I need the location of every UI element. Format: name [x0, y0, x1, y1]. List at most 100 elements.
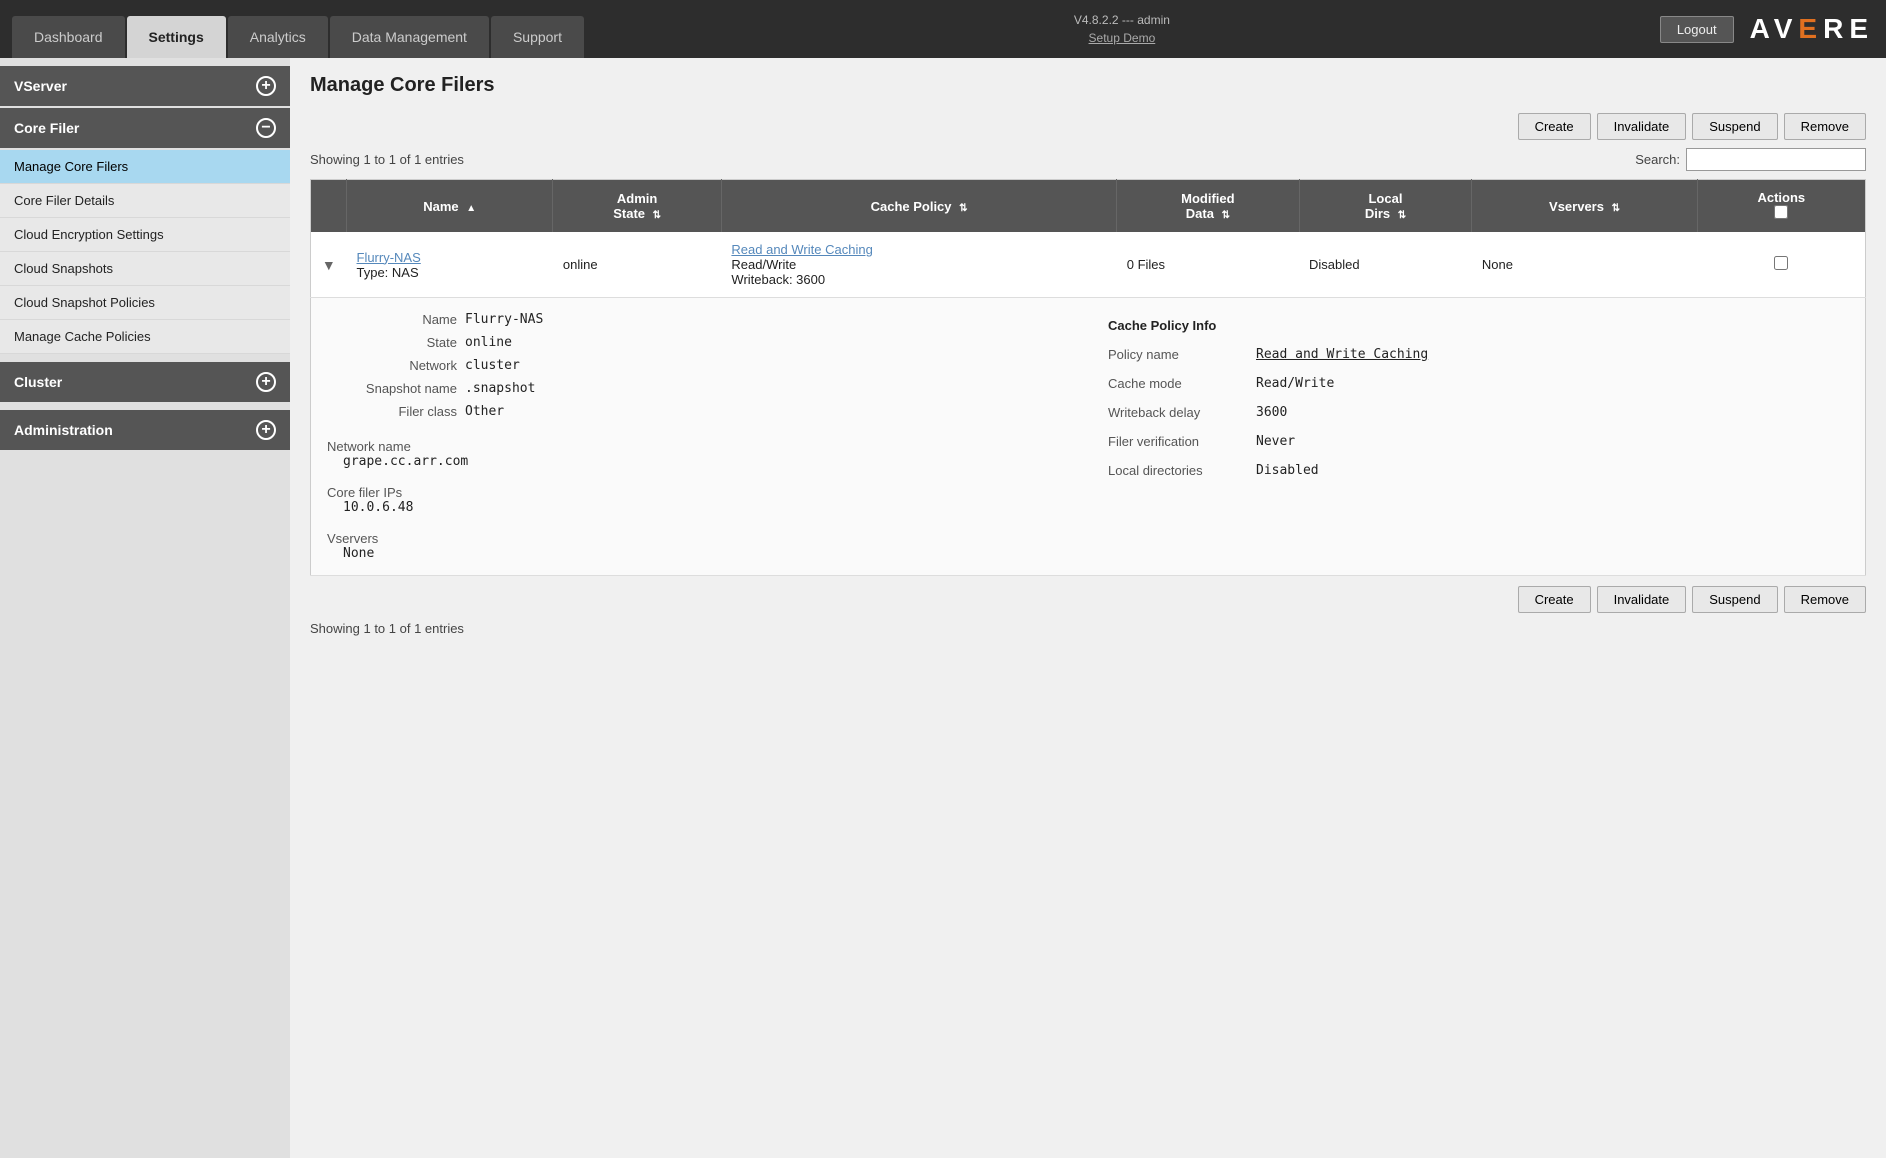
- row-checkbox[interactable]: [1774, 256, 1788, 270]
- sidebar-item-cloud-snapshots[interactable]: Cloud Snapshots: [0, 252, 290, 286]
- sidebar-section-vserver[interactable]: VServer +: [0, 66, 290, 106]
- core-filer-ips-label: Core filer IPs: [327, 485, 1068, 500]
- detail-snapshot-field: Snapshot name .snapshot: [327, 381, 1068, 396]
- col-vservers[interactable]: Vservers ⇅: [1472, 180, 1697, 233]
- filer-name-link[interactable]: Flurry-NAS: [357, 250, 421, 265]
- writeback-delay-label: Writeback delay: [1108, 405, 1248, 420]
- sidebar-vserver-expand-icon[interactable]: +: [256, 76, 276, 96]
- invalidate-button-top[interactable]: Invalidate: [1597, 113, 1687, 140]
- sidebar-section-core-filer[interactable]: Core Filer −: [0, 108, 290, 148]
- cache-policy-cell: Read and Write Caching Read/Write Writeb…: [721, 232, 1116, 298]
- filer-verification-field: Filer verification Never: [1108, 434, 1849, 449]
- cache-mode-label: Cache mode: [1108, 376, 1248, 391]
- admin-state-value: online: [563, 257, 598, 272]
- policy-name-link[interactable]: Read and Write Caching: [1256, 347, 1428, 362]
- sidebar-section-administration[interactable]: Administration +: [0, 410, 290, 450]
- logo-av: AV: [1750, 13, 1799, 45]
- col-expand: [311, 180, 347, 233]
- data-table: Name ▲ AdminState ⇅ Cache Policy ⇅ Modif…: [310, 179, 1866, 576]
- col-local-dirs[interactable]: LocalDirs ⇅: [1299, 180, 1472, 233]
- vservers-cell: None: [1472, 232, 1697, 298]
- vservers-detail-value: None: [327, 546, 1068, 561]
- create-button-bottom[interactable]: Create: [1518, 586, 1591, 613]
- layout: VServer + Core Filer − Manage Core Filer…: [0, 58, 1886, 1158]
- sidebar-core-filer-label: Core Filer: [14, 120, 79, 136]
- vservers-value: None: [1482, 257, 1513, 272]
- filer-verification-value: Never: [1256, 434, 1295, 449]
- topbar-right: Logout AVERE: [1660, 13, 1874, 45]
- sidebar-cluster-expand-icon[interactable]: +: [256, 372, 276, 392]
- create-button-top[interactable]: Create: [1518, 113, 1591, 140]
- detail-filer-class-field: Filer class Other: [327, 404, 1068, 419]
- detail-network-value: cluster: [465, 358, 520, 373]
- col-admin-state[interactable]: AdminState ⇅: [553, 180, 722, 233]
- logo-re: RE: [1823, 13, 1874, 45]
- invalidate-button-bottom[interactable]: Invalidate: [1597, 586, 1687, 613]
- remove-button-top[interactable]: Remove: [1784, 113, 1866, 140]
- version-label: V4.8.2.2 --- admin: [1074, 11, 1170, 29]
- remove-button-bottom[interactable]: Remove: [1784, 586, 1866, 613]
- col-name[interactable]: Name ▲: [347, 180, 553, 233]
- filer-type: Type: NAS: [357, 265, 419, 280]
- avere-logo: AVERE: [1750, 13, 1874, 45]
- sidebar-item-cloud-encryption-settings[interactable]: Cloud Encryption Settings: [0, 218, 290, 252]
- network-name-section: Network name grape.cc.arr.com: [327, 439, 1068, 469]
- tab-analytics[interactable]: Analytics: [228, 16, 328, 58]
- sidebar-vserver-label: VServer: [14, 78, 67, 94]
- bottom-action-buttons: Create Invalidate Suspend Remove: [310, 586, 1866, 613]
- suspend-button-top[interactable]: Suspend: [1692, 113, 1777, 140]
- logout-button[interactable]: Logout: [1660, 16, 1734, 43]
- writeback-value: Writeback: 3600: [731, 272, 825, 287]
- sidebar-item-core-filer-details[interactable]: Core Filer Details: [0, 184, 290, 218]
- sidebar-item-cloud-snapshot-policies[interactable]: Cloud Snapshot Policies: [0, 286, 290, 320]
- sidebar-section-cluster[interactable]: Cluster +: [0, 362, 290, 402]
- cache-mode-value: Read/Write: [731, 257, 796, 272]
- logo-e: E: [1798, 13, 1823, 45]
- tab-dashboard[interactable]: Dashboard: [12, 16, 125, 58]
- local-dirs-cell: Disabled: [1299, 232, 1472, 298]
- nav-tabs: Dashboard Settings Analytics Data Manage…: [12, 0, 584, 58]
- detail-cell: Name Flurry-NAS State online Network clu…: [311, 298, 1866, 576]
- detail-left: Name Flurry-NAS State online Network clu…: [327, 312, 1068, 561]
- select-all-checkbox[interactable]: [1774, 205, 1788, 219]
- expand-arrow-icon[interactable]: ▼: [322, 257, 336, 273]
- suspend-button-bottom[interactable]: Suspend: [1692, 586, 1777, 613]
- search-input[interactable]: [1686, 148, 1866, 171]
- table-header: Name ▲ AdminState ⇅ Cache Policy ⇅ Modif…: [311, 180, 1866, 233]
- col-cache-policy[interactable]: Cache Policy ⇅: [721, 180, 1116, 233]
- search-area: Search:: [1635, 148, 1866, 171]
- topbar-center: V4.8.2.2 --- admin Setup Demo: [584, 11, 1660, 47]
- modified-data-cell: 0 Files: [1117, 232, 1299, 298]
- setup-demo-link[interactable]: Setup Demo: [1089, 29, 1156, 47]
- detail-snapshot-value: .snapshot: [465, 381, 535, 396]
- detail-snapshot-label: Snapshot name: [327, 381, 457, 396]
- table-row: ▼ Flurry-NAS Type: NAS online Read and W…: [311, 232, 1866, 298]
- sidebar-item-manage-core-filers[interactable]: Manage Core Filers: [0, 150, 290, 184]
- tab-settings[interactable]: Settings: [127, 16, 226, 58]
- cache-policy-link[interactable]: Read and Write Caching: [731, 242, 872, 257]
- sidebar: VServer + Core Filer − Manage Core Filer…: [0, 58, 290, 1158]
- core-filer-ips-value: 10.0.6.48: [327, 500, 1068, 515]
- actions-cell: [1697, 232, 1865, 298]
- sidebar-core-filer-collapse-icon[interactable]: −: [256, 118, 276, 138]
- sidebar-administration-expand-icon[interactable]: +: [256, 420, 276, 440]
- top-action-buttons: Create Invalidate Suspend Remove: [310, 113, 1866, 140]
- detail-network-label: Network: [327, 358, 457, 373]
- name-sort-icon: ▲: [466, 203, 476, 214]
- expand-cell[interactable]: ▼: [311, 232, 347, 298]
- local-directories-value: Disabled: [1256, 463, 1319, 478]
- main-content: Manage Core Filers Create Invalidate Sus…: [290, 58, 1886, 1158]
- policy-name-label: Policy name: [1108, 347, 1248, 362]
- col-modified-data[interactable]: ModifiedData ⇅: [1117, 180, 1299, 233]
- tab-data-management[interactable]: Data Management: [330, 16, 489, 58]
- local-dirs-value: Disabled: [1309, 257, 1360, 272]
- name-cell: Flurry-NAS Type: NAS: [347, 232, 553, 298]
- tab-support[interactable]: Support: [491, 16, 584, 58]
- sidebar-item-manage-cache-policies[interactable]: Manage Cache Policies: [0, 320, 290, 354]
- bottom-toolbar: Showing 1 to 1 of 1 entries: [310, 621, 1866, 636]
- writeback-delay-field: Writeback delay 3600: [1108, 405, 1849, 420]
- cache-mode-detail-value: Read/Write: [1256, 376, 1334, 391]
- network-name-value: grape.cc.arr.com: [327, 454, 1068, 469]
- detail-filer-class-value: Other: [465, 404, 504, 419]
- showing-top: Showing 1 to 1 of 1 entries: [310, 152, 464, 167]
